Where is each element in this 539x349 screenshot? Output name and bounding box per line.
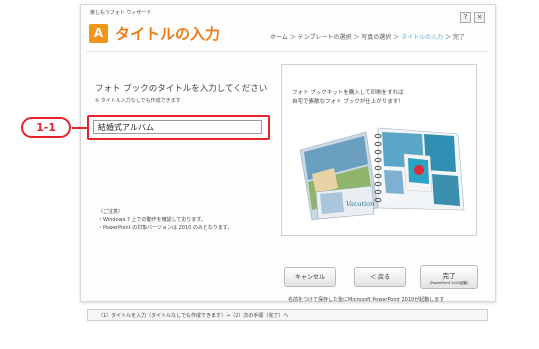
breadcrumb-next-steps: ＞ 完了: [443, 34, 465, 41]
page-title: タイトルの入力: [115, 25, 221, 43]
breadcrumb: ホーム ＞ テンプレートの選択 ＞ 写真の選択 ＞ タイトルの入力 ＞ 完了: [270, 32, 465, 41]
callout-connector: [72, 127, 88, 129]
finish-button-label: 完了: [442, 272, 456, 280]
step-a-icon: A: [89, 24, 108, 43]
callout-highlight-box: [87, 115, 270, 140]
instruction-status-bar: （1）タイトルを入力（タイトルなしでも作成できます）→（2）次の手順（完了）へ: [87, 309, 488, 321]
breadcrumb-active-step: タイトルの入力: [401, 34, 444, 41]
finish-note: 名前をつけて保存した後にMicrosoft PowerPoint 2010が起動…: [288, 297, 445, 303]
finish-button-sublabel: (PowerPoint 2010起動): [429, 281, 469, 285]
app-title: 楽しもうフォト ウィザード: [90, 10, 152, 16]
book-cover-title: Vacation: [346, 200, 374, 208]
back-button[interactable]: ＜ 戻る: [354, 267, 406, 287]
header-divider: [86, 51, 488, 52]
preview-caption-line: フォト ブックキットを購入して印刷をすれば: [292, 90, 404, 96]
title-optional-note: ※ タイトル入力なしでも作成できます: [95, 98, 181, 104]
caution-line: ・Windows 7 上での動作を確認しております。: [98, 217, 206, 223]
callout-label: 1-1: [21, 117, 71, 138]
preview-caption-line: 自宅で素敵なフォト ブックが仕上がります！: [292, 99, 404, 105]
title-prompt: フォト ブックのタイトルを入力してください: [95, 84, 268, 94]
caution-heading: 〈ご注意〉: [98, 209, 124, 215]
close-button[interactable]: ×: [474, 12, 485, 23]
cancel-button[interactable]: キャンセル: [284, 267, 336, 287]
finish-button[interactable]: 完了 (PowerPoint 2010起動): [420, 265, 478, 289]
help-button[interactable]: ?: [460, 12, 471, 23]
photo-book-illustration: Vacation: [299, 127, 465, 220]
breadcrumb-previous-steps: ホーム ＞ テンプレートの選択 ＞ 写真の選択 ＞: [270, 34, 402, 41]
caution-line: ・PowerPoint の対象バージョンは 2010 のみとなります。: [98, 225, 233, 231]
